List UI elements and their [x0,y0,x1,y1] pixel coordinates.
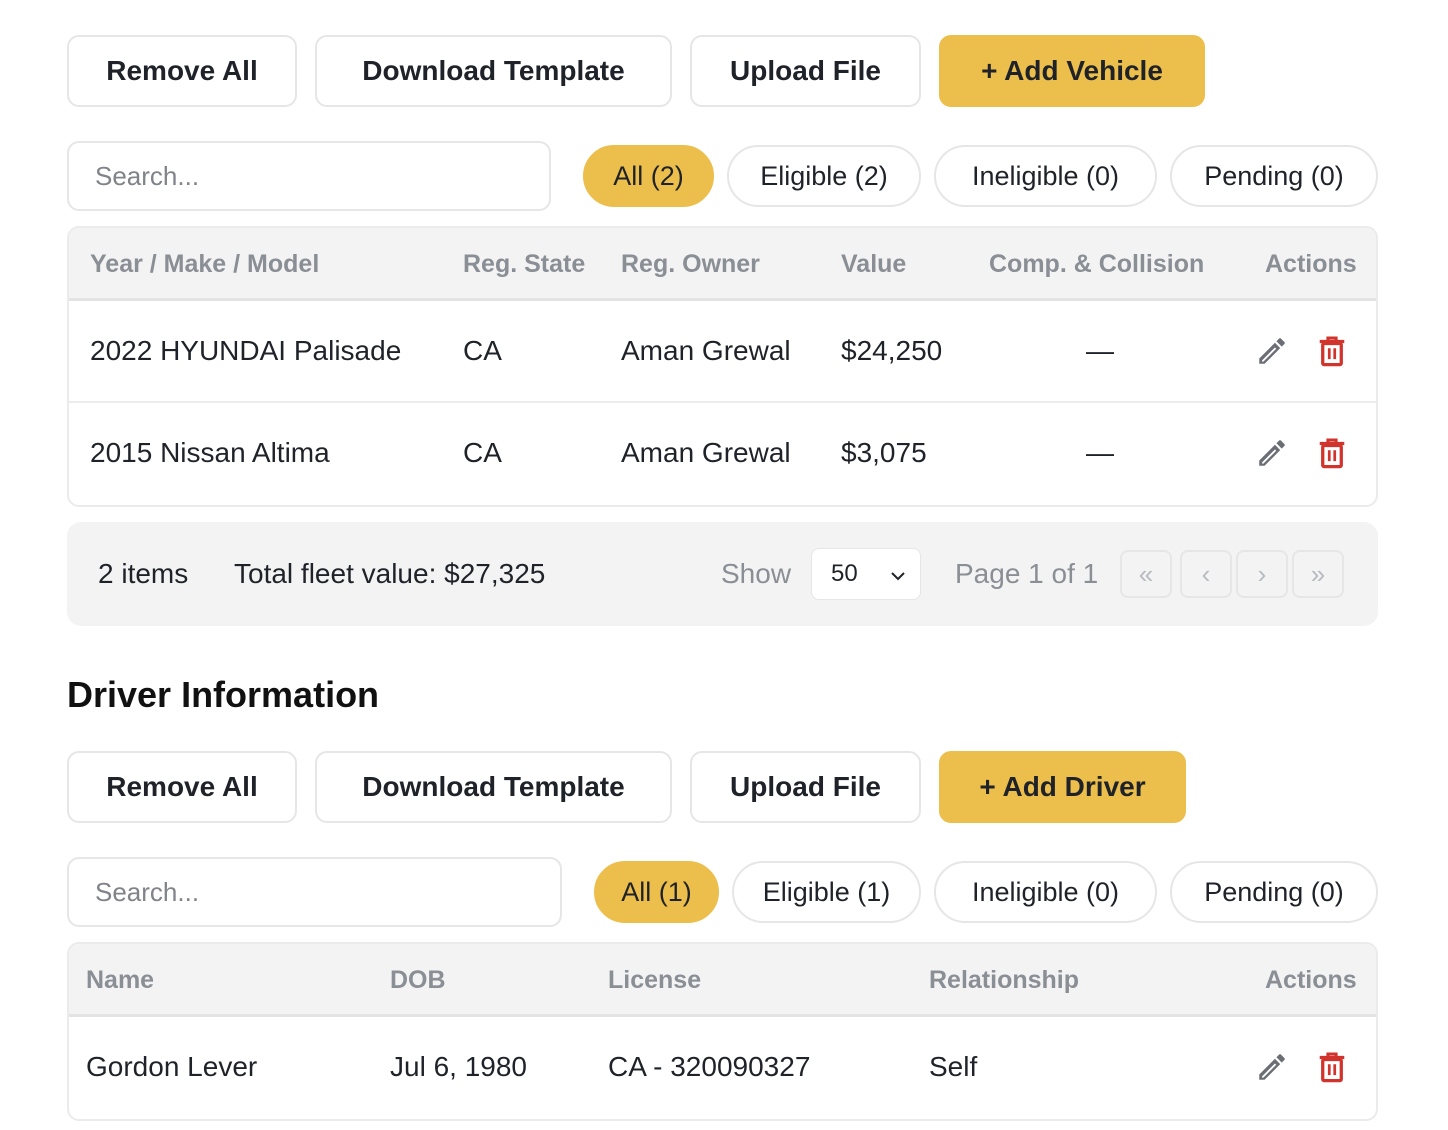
vehicle-owner: Aman Grewal [621,335,791,366]
driver-table: Name DOB License Relationship Actions Go… [67,942,1378,1121]
vehicle-table: Year / Make / Model Reg. State Reg. Owne… [67,226,1378,507]
remove-all-vehicles-button[interactable]: Remove All [67,35,297,107]
vehicle-ymm: 2015 Nissan Altima [90,437,330,468]
driver-toolbar: Remove All Download Template Upload File… [67,751,1378,823]
vehicle-ymm: 2022 HYUNDAI Palisade [90,335,402,366]
filter-eligible-chip[interactable]: Eligible (2) [727,145,921,207]
upload-driver-file-button[interactable]: Upload File [690,751,921,823]
vehicle-comp-collision: — [1086,437,1114,468]
col-actions: Actions [1265,966,1357,994]
remove-all-drivers-button[interactable]: Remove All [67,751,297,823]
filter-ineligible-chip[interactable]: Ineligible (0) [934,861,1157,923]
add-vehicle-button[interactable]: + Add Vehicle [939,35,1205,107]
filter-pending-chip[interactable]: Pending (0) [1170,861,1378,923]
trash-icon[interactable] [1312,433,1352,473]
driver-license: CA - 320090327 [608,1051,811,1082]
show-label: Show [721,558,792,589]
filter-all-chip[interactable]: All (2) [583,145,714,207]
page-size-value: 50 [831,560,858,587]
filter-eligible-chip[interactable]: Eligible (1) [732,861,921,923]
col-comp-collision: Comp. & Collision [989,250,1205,278]
col-relationship: Relationship [929,966,1080,994]
col-actions: Actions [1265,250,1357,278]
last-page-button[interactable]: » [1292,550,1344,598]
item-count: 2 items [98,558,189,589]
filter-pending-chip[interactable]: Pending (0) [1170,145,1378,207]
pencil-icon[interactable] [1252,433,1292,473]
driver-table-header: Name DOB License Relationship Actions [69,944,1376,1017]
trash-icon[interactable] [1312,1047,1352,1087]
vehicle-filter-chips: All (2) Eligible (2) Ineligible (0) Pend… [583,145,1378,207]
filter-all-chip[interactable]: All (1) [594,861,719,923]
trash-icon[interactable] [1312,331,1352,371]
col-year-make-model: Year / Make / Model [90,250,320,278]
vehicle-toolbar: Remove All Download Template Upload File… [67,35,1378,107]
vehicle-section: Remove All Download Template Upload File… [67,35,1378,507]
pencil-icon[interactable] [1252,331,1292,371]
page-size-select[interactable]: 50 [811,548,921,600]
driver-relationship: Self [929,1051,978,1082]
upload-vehicle-file-button[interactable]: Upload File [690,35,921,107]
vehicle-value: $24,250 [841,335,943,366]
prev-page-button[interactable]: ‹ [1180,550,1232,598]
driver-dob: Jul 6, 1980 [390,1051,527,1082]
driver-section: Remove All Download Template Upload File… [67,751,1378,1121]
vehicle-search-input[interactable] [67,141,551,211]
vehicle-table-header: Year / Make / Model Reg. State Reg. Owne… [69,228,1376,301]
table-row: Gordon Lever Jul 6, 1980 CA - 320090327 … [69,1017,1376,1119]
download-vehicle-template-button[interactable]: Download Template [315,35,672,107]
filter-ineligible-chip[interactable]: Ineligible (0) [934,145,1157,207]
col-reg-owner: Reg. Owner [621,250,760,278]
driver-filter-chips: All (1) Eligible (1) Ineligible (0) Pend… [594,861,1378,923]
download-driver-template-button[interactable]: Download Template [315,751,672,823]
col-dob: DOB [390,966,446,994]
driver-search-input[interactable] [67,857,562,927]
vehicle-state: CA [463,437,502,468]
add-driver-button[interactable]: + Add Driver [939,751,1186,823]
vehicle-comp-collision: — [1086,335,1114,366]
pencil-icon[interactable] [1252,1047,1292,1087]
vehicle-owner: Aman Grewal [621,437,791,468]
driver-name: Gordon Lever [86,1051,258,1082]
table-row: 2015 Nissan Altima CA Aman Grewal $3,075… [69,403,1376,505]
col-name: Name [86,966,155,994]
driver-information-heading: Driver Information [67,674,380,715]
vehicle-table-footer: 2 items Total fleet value: $27,325 Show … [67,522,1378,626]
table-row: 2022 HYUNDAI Palisade CA Aman Grewal $24… [69,301,1376,403]
total-fleet-value: Total fleet value: $27,325 [234,558,546,589]
vehicle-value: $3,075 [841,437,927,468]
vehicle-state: CA [463,335,502,366]
first-page-button[interactable]: « [1120,550,1172,598]
page-info: Page 1 of 1 [955,558,1099,589]
col-license: License [608,966,702,994]
chevron-down-icon [888,565,908,593]
next-page-button[interactable]: › [1236,550,1288,598]
col-value: Value [841,250,907,278]
col-reg-state: Reg. State [463,250,586,278]
